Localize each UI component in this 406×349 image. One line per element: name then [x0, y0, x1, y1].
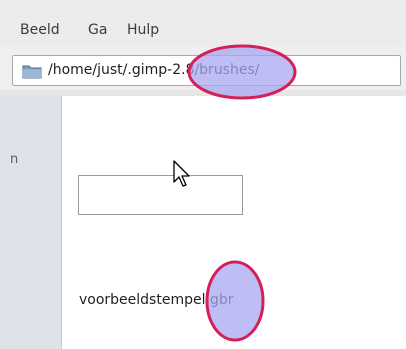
file-thumbnail[interactable]	[78, 175, 243, 215]
location-path-text: /home/just/.gimp-2.8/brushes/	[48, 62, 260, 78]
menu-beeld[interactable]: Beeld	[20, 22, 60, 38]
folder-icon	[22, 65, 42, 79]
menu-hulp[interactable]: Hulp	[127, 22, 159, 38]
sidebar-partial-label: n	[10, 152, 19, 167]
menu-ga[interactable]: Ga	[88, 22, 107, 38]
file-list-area[interactable]	[62, 96, 406, 349]
menubar: Beeld Ga Hulp	[0, 0, 406, 46]
file-chooser-window: Beeld Ga Hulp /home/just/.gimp-2.8/brush…	[0, 0, 406, 349]
location-bar[interactable]: /home/just/.gimp-2.8/brushes/	[12, 55, 401, 86]
places-sidebar[interactable]: n	[0, 96, 62, 349]
mouse-cursor-icon	[173, 160, 190, 187]
file-name-label[interactable]: voorbeeldstempel.gbr	[79, 292, 233, 308]
